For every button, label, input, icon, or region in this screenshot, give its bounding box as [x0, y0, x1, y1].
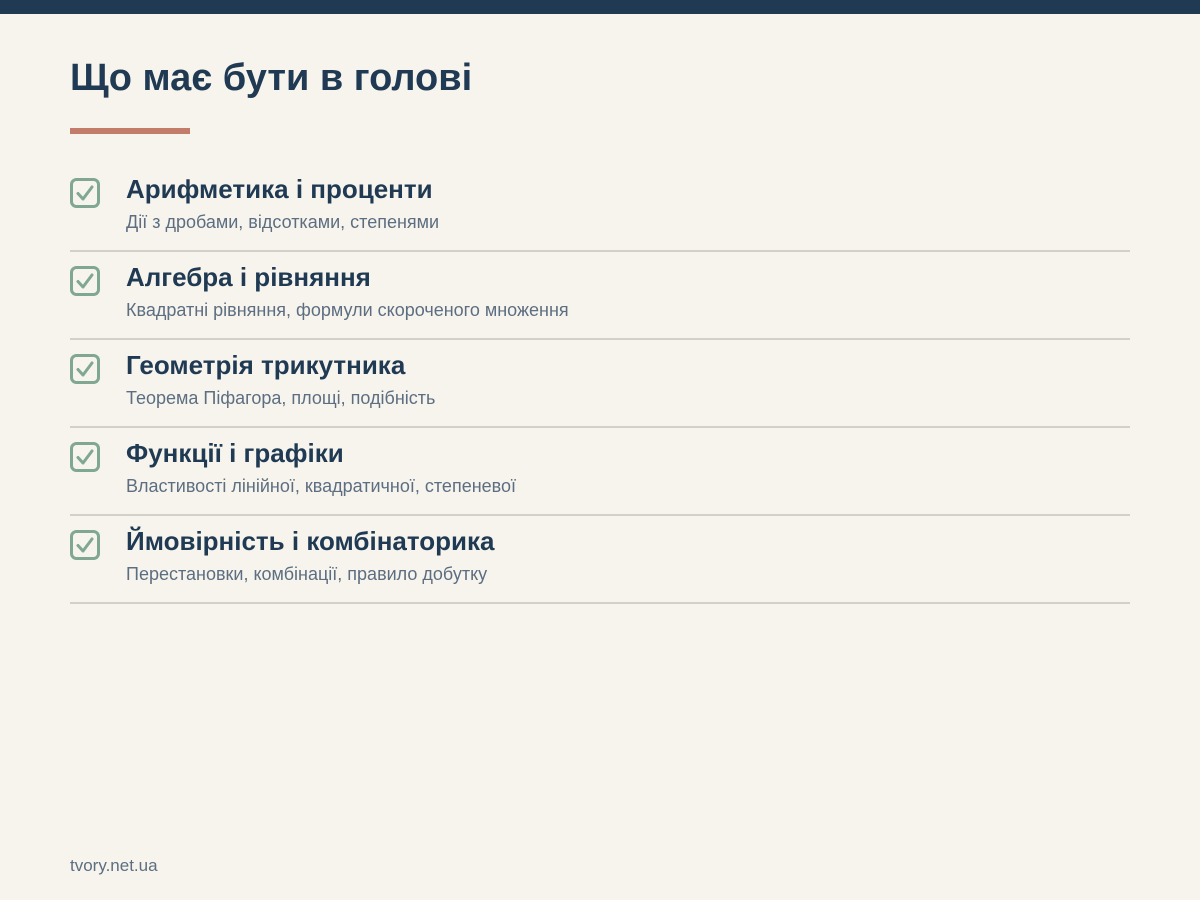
checklist-item-description: Дії з дробами, відсотками, степенями: [126, 212, 440, 232]
checklist: Арифметика і проценти Дії з дробами, від…: [70, 164, 1130, 604]
title-accent-line: [70, 128, 190, 134]
checklist-item-title: Ймовірність і комбінаторика: [126, 526, 495, 556]
checklist-item-title: Алгебра і рівняння: [126, 262, 371, 292]
checklist-item: Функції і графіки Властивості лінійної, …: [70, 428, 1130, 516]
checkbox-checked-icon: [70, 178, 100, 208]
checklist-item-description: Квадратні рівняння, формули скороченого …: [126, 300, 569, 320]
top-bar: [0, 0, 1200, 14]
checklist-item-description: Перестановки, комбінації, правило добутк…: [126, 564, 488, 584]
checklist-item-title: Геометрія трикутника: [126, 350, 406, 380]
checkbox-checked-icon: [70, 530, 100, 560]
checkbox-checked-icon: [70, 354, 100, 384]
checklist-item: Геометрія трикутника Теорема Піфагора, п…: [70, 340, 1130, 428]
checklist-item: Алгебра і рівняння Квадратні рівняння, ф…: [70, 252, 1130, 340]
checklist-item-title: Арифметика і проценти: [126, 174, 433, 204]
checkbox-checked-icon: [70, 442, 100, 472]
checklist-item-title: Функції і графіки: [126, 438, 344, 468]
checklist-item: Ймовірність і комбінаторика Перестановки…: [70, 516, 1130, 604]
footer-site-link[interactable]: tvory.net.ua: [70, 856, 158, 876]
checklist-item-description: Теорема Піфагора, площі, подібність: [126, 388, 436, 408]
page-title: Що має бути в голові: [70, 57, 473, 99]
checklist-item: Арифметика і проценти Дії з дробами, від…: [70, 164, 1130, 252]
checkbox-checked-icon: [70, 266, 100, 296]
checklist-item-description: Властивості лінійної, квадратичної, степ…: [126, 476, 517, 496]
